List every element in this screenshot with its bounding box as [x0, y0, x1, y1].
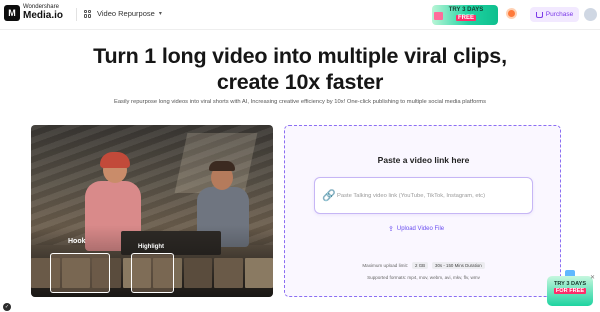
link-icon: 🔗 [322, 190, 336, 202]
close-icon[interactable]: ✕ [590, 274, 595, 281]
highlight-clip-frame [131, 253, 174, 293]
upload-duration-chip: 30s - 150 Mins Duration [432, 262, 485, 269]
floating-trial-free: FOR FREE [553, 288, 587, 294]
upload-limits: Maximum upload limit: 2 GB 30s - 150 Min… [285, 262, 562, 269]
filmstrip-frame [214, 258, 243, 288]
page-title-line1: Turn 1 long video into multiple viral cl… [93, 44, 507, 68]
cart-icon [535, 11, 543, 18]
filmstrip-frame [183, 258, 212, 288]
notification-icon[interactable] [508, 10, 515, 17]
security-badge-icon: ✓ [3, 303, 11, 311]
upload-title: Paste a video link here [377, 155, 470, 165]
upload-video-file-label: Upload Video File [396, 226, 445, 232]
free-trial-free-badge: FREE [455, 14, 476, 21]
header-divider [76, 8, 77, 21]
gift-icon [434, 12, 443, 20]
floating-trial-line1: TRY 3 DAYS [553, 281, 587, 287]
page-subtitle: Easily repurpose long videos into viral … [113, 99, 487, 105]
product-switcher-label: Video Repurpose [97, 9, 155, 18]
video-link-field[interactable]: 🔗 [314, 177, 533, 214]
upload-size-chip: 2 GB [412, 262, 429, 269]
highlight-label: Highlight [138, 244, 164, 250]
free-trial-banner[interactable]: TRY 3 DAYS FREE [432, 5, 498, 25]
floating-trial-text: TRY 3 DAYS FOR FREE [547, 281, 593, 295]
person-left-hair [100, 152, 130, 168]
free-trial-line1: TRY 3 DAYS [448, 7, 484, 13]
purchase-label: Purchase [545, 11, 574, 18]
floating-trial-promo[interactable]: TRY 3 DAYS FOR FREE [547, 276, 593, 306]
purchase-button[interactable]: Purchase [530, 7, 579, 22]
upload-dropzone[interactable]: Paste a video link here 🔗 ⇪ Upload Video… [284, 125, 561, 297]
upload-limit-label: Maximum upload limit: [362, 263, 409, 268]
page-title-line2: create 10x faster [216, 70, 384, 94]
demo-video-preview: Hook Highlight [31, 125, 273, 297]
brand-product: Media.io [23, 10, 64, 21]
avatar[interactable] [584, 8, 597, 21]
grid-icon [84, 9, 92, 18]
brand-logo[interactable]: Wondershare Media.io [23, 4, 63, 21]
person-right-hair [209, 161, 235, 171]
upload-video-file-button[interactable]: ⇪ Upload Video File [388, 224, 444, 234]
hook-clip-frame [50, 253, 110, 293]
logo-icon[interactable]: M [4, 5, 20, 21]
chevron-down-icon: ▾ [158, 11, 162, 17]
hook-label: Hook [68, 238, 86, 245]
supported-formats: Supported formats: mp4, mov, webm, avi, … [367, 275, 480, 280]
top-nav-bar: M Wondershare Media.io Video Repurpose ▾… [0, 0, 600, 30]
product-switcher[interactable]: Video Repurpose ▾ [84, 9, 162, 18]
video-link-input[interactable] [337, 188, 522, 204]
free-trial-text: TRY 3 DAYS FREE [446, 7, 486, 22]
page-title: Turn 1 long video into multiple viral cl… [0, 43, 600, 95]
upload-icon: ⇪ [388, 226, 394, 233]
filmstrip-frame [244, 258, 273, 288]
